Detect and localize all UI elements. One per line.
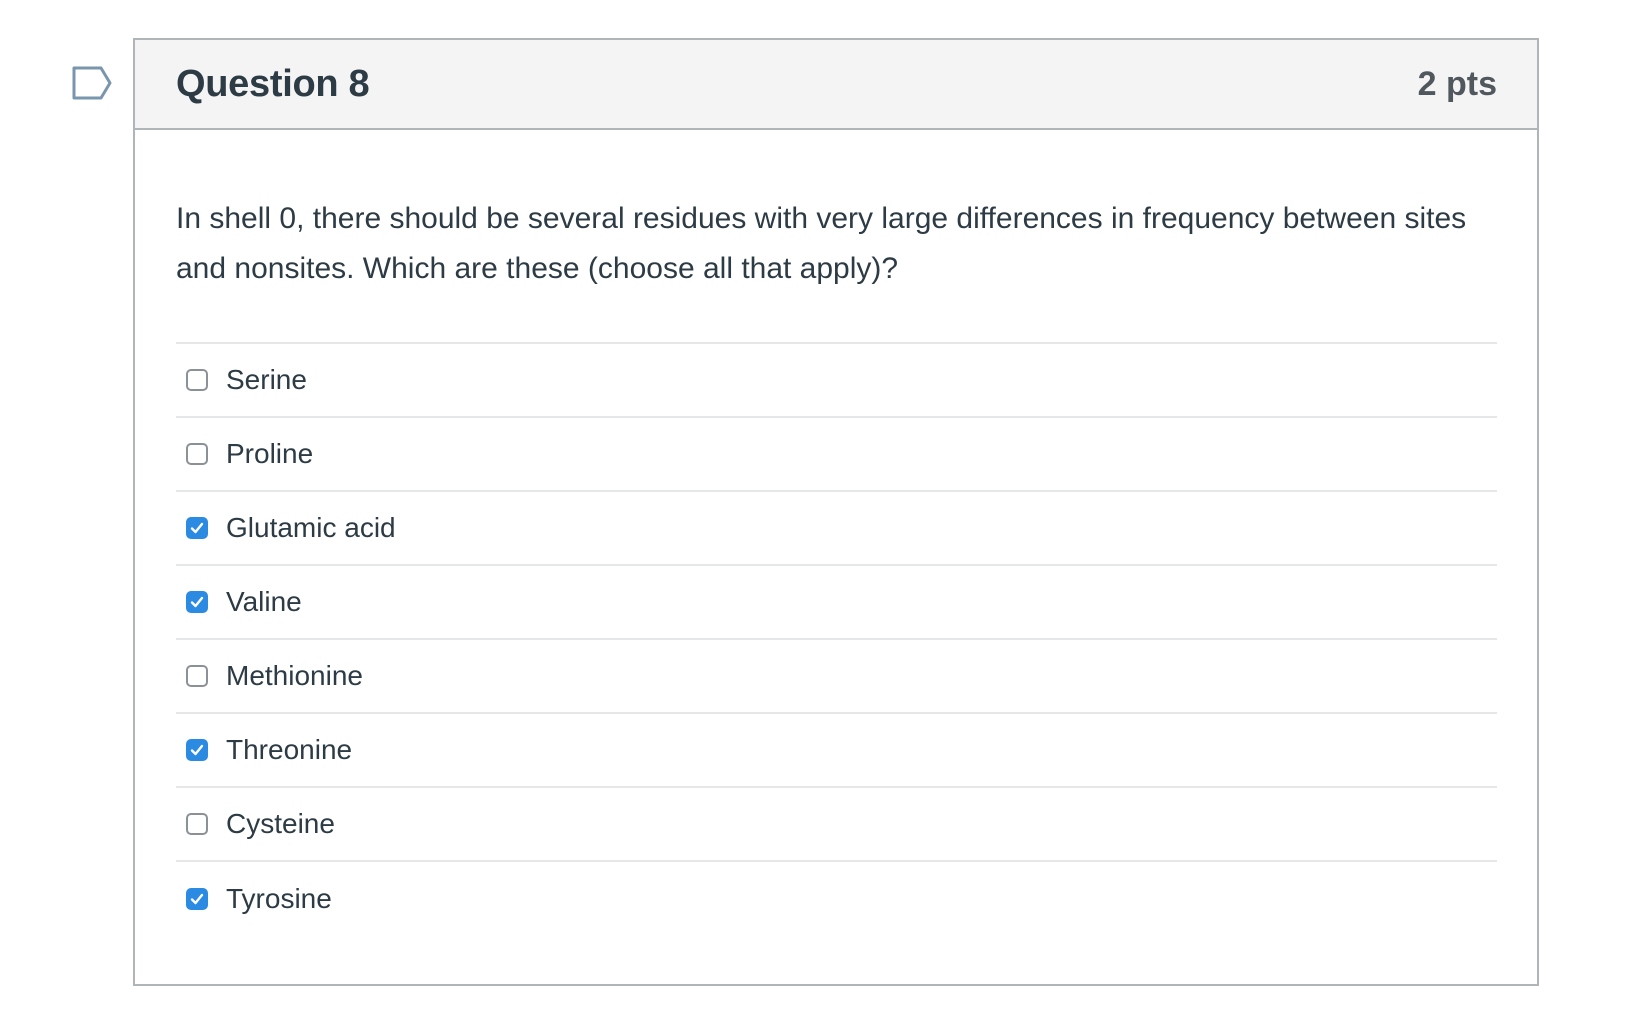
question-points: 2 pts — [1417, 64, 1497, 103]
flag-question-icon[interactable] — [72, 66, 116, 100]
answer-list: Serine Proline Glutamic acid Valine Meth… — [176, 342, 1497, 936]
checkbox[interactable] — [186, 443, 208, 465]
checkbox[interactable] — [186, 739, 208, 761]
answer-option-proline[interactable]: Proline — [176, 418, 1497, 492]
checkmark-icon — [190, 596, 204, 608]
answer-label: Serine — [226, 364, 307, 395]
answer-label: Proline — [226, 438, 314, 469]
answer-option-valine[interactable]: Valine — [176, 566, 1497, 640]
checkbox[interactable] — [186, 517, 208, 539]
checkmark-icon — [190, 893, 204, 905]
checkbox[interactable] — [186, 888, 208, 910]
answer-label: Threonine — [226, 734, 353, 765]
answer-label: Glutamic acid — [226, 512, 396, 543]
answer-option-tyrosine[interactable]: Tyrosine — [176, 862, 1497, 936]
question-title: Question 8 — [176, 62, 370, 105]
question-card: Question 8 2 pts In shell 0, there shoul… — [133, 38, 1539, 986]
question-header: Question 8 2 pts — [135, 40, 1537, 130]
answer-option-threonine[interactable]: Threonine — [176, 714, 1497, 788]
answer-label: Cysteine — [226, 808, 335, 839]
answer-option-methionine[interactable]: Methionine — [176, 640, 1497, 714]
answer-label: Tyrosine — [226, 883, 332, 914]
answer-option-cysteine[interactable]: Cysteine — [176, 788, 1497, 862]
checkmark-icon — [190, 522, 204, 534]
question-text: In shell 0, there should be several resi… — [176, 202, 1467, 285]
answer-label: Methionine — [226, 660, 363, 691]
question-body: In shell 0, there should be several resi… — [135, 194, 1537, 936]
checkbox[interactable] — [186, 591, 208, 613]
checkbox[interactable] — [186, 813, 208, 835]
answer-option-glutamic-acid[interactable]: Glutamic acid — [176, 492, 1497, 566]
checkbox[interactable] — [186, 665, 208, 687]
checkbox[interactable] — [186, 369, 208, 391]
checkmark-icon — [190, 744, 204, 756]
answer-label: Valine — [226, 586, 302, 617]
answer-option-serine[interactable]: Serine — [176, 344, 1497, 418]
